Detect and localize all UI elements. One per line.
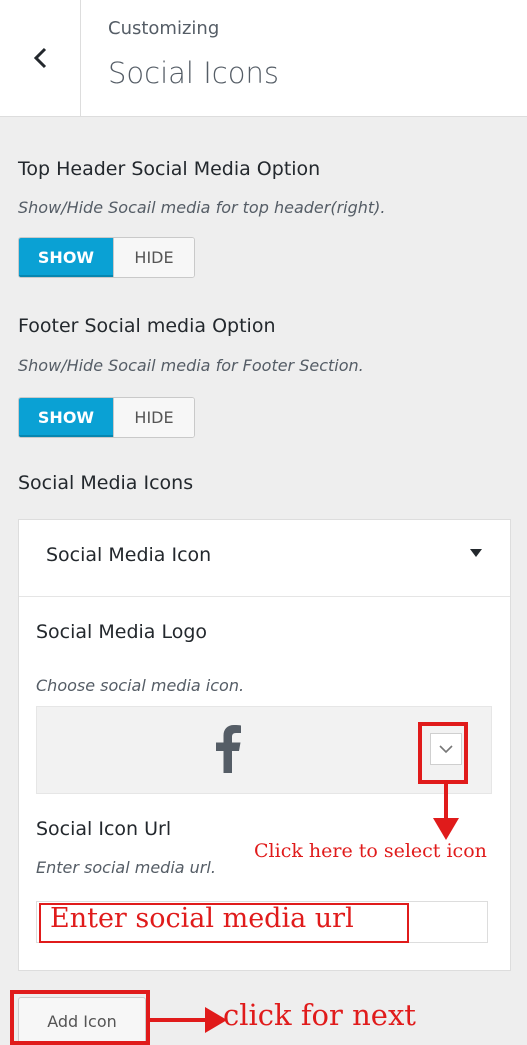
social-media-icons-title: Social Media Icons [18,472,194,494]
footer-hide-button[interactable]: HIDE [113,398,194,437]
social-icon-url-description: Enter social media url. [36,858,216,877]
social-icon-url-title: Social Icon Url [36,818,172,840]
facebook-icon [216,725,241,773]
annotation-next-note: click for next [223,998,416,1032]
social-media-logo-description: Choose social media icon. [36,676,245,695]
chevron-left-icon [33,47,47,69]
annotation-add-outline [10,990,150,1045]
top-header-option-description: Show/Hide Socail media for top header(ri… [18,198,386,217]
annotation-arrow-right-line [150,1018,208,1022]
annotation-select-highlight [418,722,468,784]
social-media-icon-panel-header[interactable]: Social Media Icon [19,520,510,597]
caret-down-icon [470,549,482,557]
arrow-down-icon [433,818,459,840]
footer-show-button[interactable]: SHOW [19,398,113,437]
footer-option-description: Show/Hide Socail media for Footer Sectio… [18,356,364,375]
customizer-header: Customizing Social Icons [0,0,527,117]
annotation-url-note: Enter social media url [50,903,354,934]
top-header-option-title: Top Header Social Media Option [18,158,321,180]
back-button[interactable] [0,0,81,116]
footer-option-title: Footer Social media Option [18,315,276,337]
top-header-hide-button[interactable]: HIDE [113,238,194,277]
panel-title: Social Media Icon [46,544,212,566]
top-header-toggle: SHOW HIDE [18,237,195,278]
annotation-select-note: Click here to select icon [254,840,487,862]
top-header-show-button[interactable]: SHOW [19,238,113,277]
footer-toggle: SHOW HIDE [18,397,195,438]
social-media-logo-title: Social Media Logo [36,621,208,643]
header-title: Social Icons [108,56,279,90]
header-subtitle: Customizing [108,18,220,39]
